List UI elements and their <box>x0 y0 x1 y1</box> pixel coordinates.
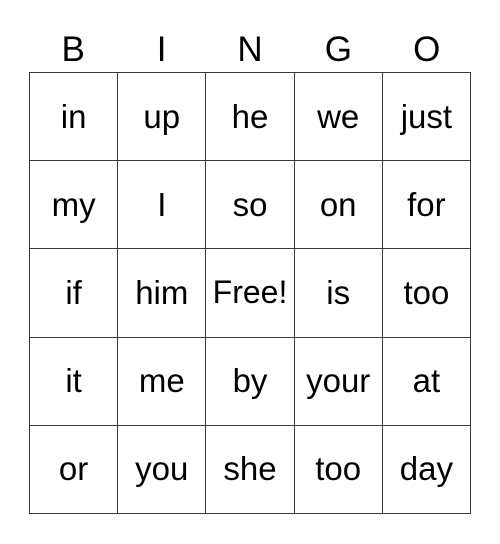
bingo-cell[interactable]: I <box>118 161 207 250</box>
bingo-cell[interactable]: too <box>294 425 383 514</box>
bingo-cell[interactable]: you <box>118 425 207 514</box>
bingo-cell[interactable]: or <box>30 425 119 514</box>
bingo-cell[interactable]: for <box>382 161 471 250</box>
bingo-cell[interactable]: up <box>118 73 207 162</box>
free-space-cell[interactable]: Free! <box>206 249 295 338</box>
header-letter-n: N <box>237 30 263 69</box>
bingo-cell[interactable]: just <box>382 73 471 162</box>
bingo-cell[interactable]: at <box>382 337 471 426</box>
header-letter-b: B <box>61 30 85 69</box>
bingo-cell[interactable]: him <box>118 249 207 338</box>
bingo-cell[interactable]: so <box>206 161 295 250</box>
bingo-cell[interactable]: if <box>30 249 119 338</box>
bingo-cell[interactable]: it <box>30 337 119 426</box>
bingo-cell[interactable]: my <box>30 161 119 250</box>
bingo-cell[interactable]: in <box>30 73 119 162</box>
bingo-cell[interactable]: she <box>206 425 295 514</box>
bingo-cell[interactable]: by <box>206 337 295 426</box>
bingo-cell[interactable]: he <box>206 73 295 162</box>
header-letter-g: G <box>324 30 352 69</box>
bingo-cell[interactable]: on <box>294 161 383 250</box>
header-letter-i: I <box>156 30 167 69</box>
bingo-header: B I N G O <box>29 28 471 72</box>
bingo-cell[interactable]: we <box>294 73 383 162</box>
bingo-cell[interactable]: me <box>118 337 207 426</box>
bingo-cell[interactable]: is <box>294 249 383 338</box>
bingo-cell[interactable]: day <box>382 425 471 514</box>
header-letter-o: O <box>413 30 441 69</box>
bingo-cell[interactable]: your <box>294 337 383 426</box>
bingo-cell[interactable]: too <box>382 249 471 338</box>
bingo-card-grid: in up he we just my I so on for if him F… <box>29 72 471 514</box>
